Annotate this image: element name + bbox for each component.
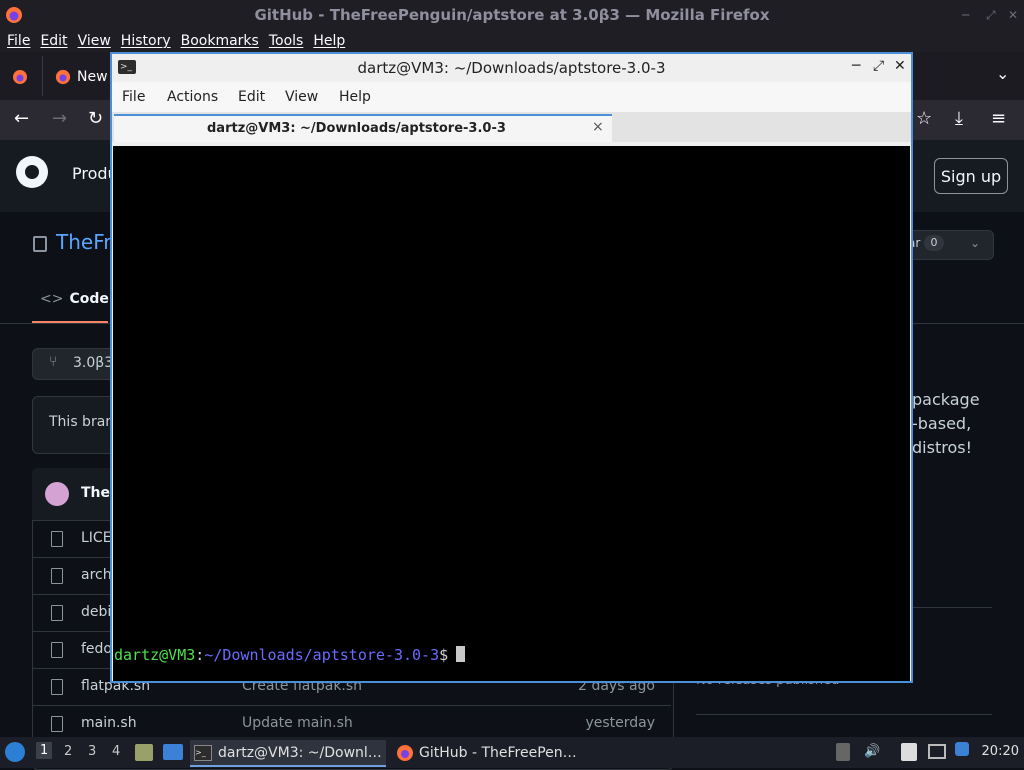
update-icon[interactable] [955,742,969,756]
terminal-output[interactable]: dartz@VM3:~/Downloads/aptstore-3.0-3$ [113,146,910,681]
menu-file[interactable]: File [122,89,145,105]
star-count: 0 [924,235,944,251]
prompt-separator: : [195,646,205,664]
network-icon[interactable] [928,744,946,759]
downloads-icon[interactable]: ⤓ [955,108,963,129]
task-label: dartz@VM3: ~/Downl… [218,744,382,761]
file-icon [51,568,63,584]
window-title: GitHub - TheFreePenguin/aptstore at 3.0β… [254,6,770,24]
repo-icon [33,236,47,252]
file-icon [51,531,63,547]
workspace-2[interactable]: 2 [64,744,72,759]
firefox-icon [6,7,22,23]
file-name[interactable]: main.sh [81,715,137,731]
text-cursor [456,646,466,662]
commit-date: yesterday [585,715,655,731]
back-icon[interactable]: ← [14,108,29,129]
terminal-window: >_ dartz@VM3: ~/Downloads/aptstore-3.0-3… [110,52,913,683]
file-icon [51,642,63,658]
menu-help[interactable]: Help [339,89,371,105]
close-tab-icon[interactable]: × [592,119,604,135]
notes-icon[interactable] [901,743,917,761]
terminal-titlebar[interactable]: >_ dartz@VM3: ~/Downloads/aptstore-3.0-3… [112,54,911,82]
file-icon [51,716,63,732]
terminal-title: dartz@VM3: ~/Downloads/aptstore-3.0-3 [357,59,666,77]
menu-actions[interactable]: Actions [167,89,218,105]
clock[interactable]: 20:20 [982,744,1019,759]
tab-label: New [77,69,108,85]
firefox-titlebar: GitHub - TheFreePenguin/aptstore at 3.0β… [0,0,1024,30]
prompt-line: dartz@VM3:~/Downloads/aptstore-3.0-3$ [114,646,466,664]
terminal-tabbar: dartz@VM3: ~/Downloads/aptstore-3.0-3 × [112,112,911,142]
tray-clipboard-icon[interactable] [836,743,850,761]
sign-up-button[interactable]: Sign up [934,158,1008,194]
task-label: GitHub - TheFreePen… [419,744,577,761]
divider [696,714,992,715]
terminal-tab[interactable]: dartz@VM3: ~/Downloads/aptstore-3.0-3 × [114,114,612,142]
menu-file[interactable]: File [7,33,30,49]
reload-icon[interactable]: ↻ [88,108,103,129]
terminal-menubar: File Actions Edit View Help [112,82,911,112]
branch-icon: ⑂ [49,354,58,370]
taskbar-task-terminal[interactable]: >_ dartz@VM3: ~/Downl… [190,740,386,767]
about-line: distros! [912,438,972,457]
start-menu-icon[interactable] [5,742,25,762]
minimize-icon[interactable]: ─ [852,58,860,74]
menu-edit[interactable]: Edit [238,89,265,105]
forward-icon[interactable]: → [52,108,67,129]
minimize-icon[interactable]: ─ [962,8,969,22]
bookmark-star-icon[interactable]: ☆ [916,108,932,129]
branch-selector[interactable]: ⑂ 3.0β3 [32,348,118,380]
firefox-menubar: File Edit View History Bookmarks Tools H… [0,30,1024,52]
about-description: package -based, distros! [912,388,980,460]
file-name[interactable]: LICE [81,530,112,546]
code-icon: <> [40,291,64,307]
taskbar-task-firefox[interactable]: GitHub - TheFreePen… [392,740,582,765]
list-tabs-chevron-icon[interactable]: ⌄ [996,64,1009,83]
show-desktop-icon[interactable] [163,744,183,760]
maximize-icon[interactable]: ⤢ [873,58,884,74]
app-menu-icon[interactable]: ≡ [991,108,1006,129]
taskbar: 1 2 3 4 >_ dartz@VM3: ~/Downl… GitHub - … [0,737,1024,768]
menu-bookmarks[interactable]: Bookmarks [181,33,259,49]
volume-icon[interactable]: 🔊 [864,744,880,759]
terminal-icon: >_ [194,744,212,761]
maximize-icon[interactable]: ⤢ [986,8,996,23]
firefox-view-icon[interactable] [11,68,29,86]
workspace-4[interactable]: 4 [112,744,120,759]
author-avatar[interactable] [45,482,69,506]
file-icon [51,605,63,621]
terminal-tab-label: dartz@VM3: ~/Downloads/aptstore-3.0-3 [207,121,506,136]
close-icon[interactable]: ✕ [1008,8,1018,22]
menu-tools[interactable]: Tools [269,33,304,49]
commit-message[interactable]: Update main.sh [242,715,353,731]
firefox-icon [397,744,413,761]
file-icon [51,679,63,695]
prompt-user: dartz@VM3 [114,646,196,664]
star-dropdown-icon[interactable]: ⌄ [970,236,980,250]
menu-help[interactable]: Help [313,33,345,49]
tab-code-label: Code [69,291,109,307]
file-manager-icon[interactable] [135,744,153,761]
tab-divider [42,56,43,96]
menu-edit[interactable]: Edit [40,33,67,49]
firefox-icon [55,69,71,85]
menu-history[interactable]: History [121,33,171,49]
menu-view[interactable]: View [285,89,318,105]
prompt-symbol: $ [439,646,449,664]
tab-new[interactable]: New [55,60,108,94]
menu-view[interactable]: View [78,33,111,49]
github-logo-icon[interactable] [16,156,48,188]
about-line: package [912,390,980,409]
about-line: -based, [912,414,972,433]
prompt-path: ~/Downloads/aptstore-3.0-3 [204,646,440,664]
workspace-1[interactable]: 1 [36,742,53,759]
workspace-3[interactable]: 3 [88,744,96,759]
close-icon[interactable]: ✕ [894,58,906,74]
tab-code[interactable]: <> Code [40,291,109,307]
branch-label: 3.0β3 [73,355,114,371]
